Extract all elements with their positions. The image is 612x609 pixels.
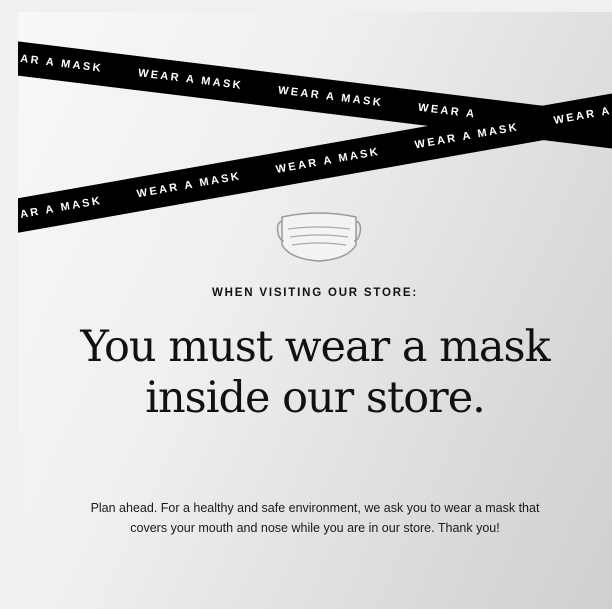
tape-text: WEAR A MASK (135, 170, 243, 201)
face-mask-icon (276, 212, 362, 262)
tape-text: WEAR A MASK (274, 145, 382, 176)
poster-headline: You must wear a mask inside our store. (80, 322, 550, 423)
tape-text: WEAR A MASK (18, 194, 104, 225)
page: WEAR A MASK WEAR A MASK WEAR A MASK WEAR… (0, 0, 612, 609)
tape-text: WEAR A MASK (18, 50, 104, 75)
poster-eyebrow: WHEN VISITING OUR STORE: (212, 287, 418, 299)
tape-text: WEAR A MASK (137, 67, 244, 93)
poster-body-copy: Plan ahead. For a healthy and safe envir… (90, 501, 540, 535)
mask-poster: WEAR A MASK WEAR A MASK WEAR A MASK WEAR… (18, 12, 612, 609)
tape-text: WEAR A MASK (277, 84, 384, 110)
